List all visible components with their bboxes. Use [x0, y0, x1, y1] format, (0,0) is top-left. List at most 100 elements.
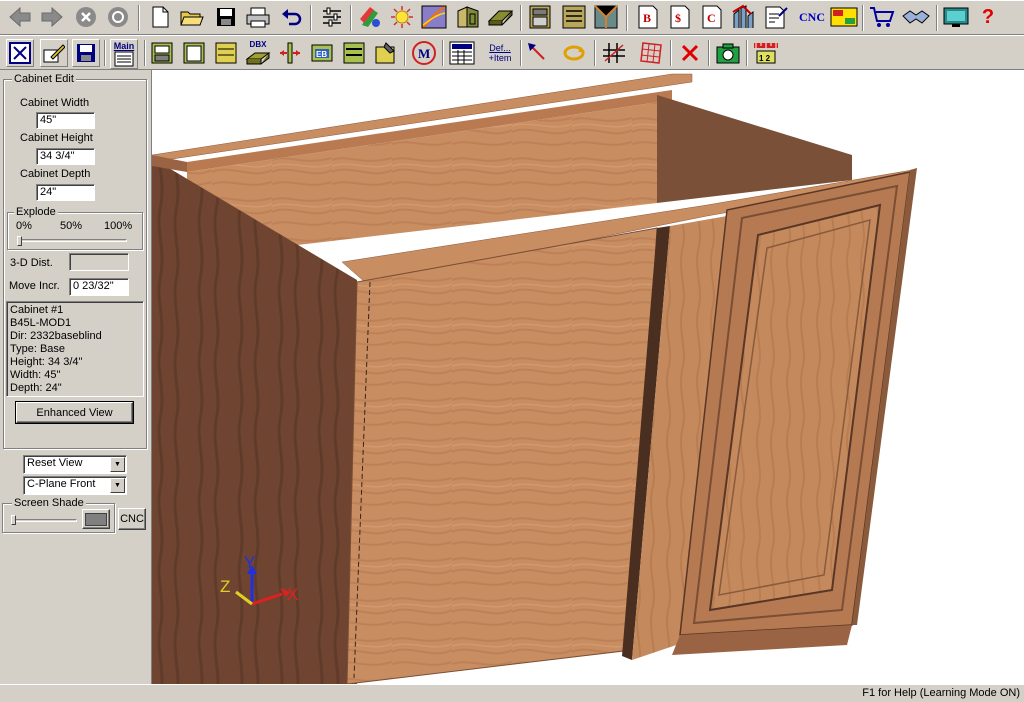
panel-button[interactable] — [486, 3, 514, 31]
explode-slider-thumb[interactable] — [17, 236, 22, 246]
cnc-side-button[interactable]: CNC — [118, 508, 146, 530]
shade-slider-thumb[interactable] — [11, 515, 16, 525]
settings-sliders-icon — [323, 7, 341, 27]
cabinet-width-field[interactable]: 45" — [36, 112, 95, 129]
grid-icon — [640, 42, 662, 64]
main-toolbar: B $ C CNC ? — [0, 0, 1024, 35]
tall-cabinet-button[interactable] — [212, 39, 240, 67]
edgeband-button[interactable]: EB — [308, 39, 336, 67]
save-icon — [217, 8, 235, 26]
dimension-button[interactable]: 1 2 — [752, 39, 780, 67]
stop-button[interactable] — [72, 3, 100, 31]
divider-icon — [280, 42, 300, 64]
monitor-button[interactable] — [942, 3, 970, 31]
cabinet-depth-label: Cabinet Depth — [20, 168, 91, 180]
axis-x-label: X — [287, 585, 298, 604]
cabinet-height-field[interactable]: 34 3/4" — [36, 148, 95, 165]
cabinet-list-button[interactable] — [560, 3, 588, 31]
undo-button[interactable] — [278, 3, 306, 31]
3d-viewport[interactable]: Y X Z — [151, 70, 1024, 684]
back-button[interactable] — [6, 3, 34, 31]
cplane-select-value: C-Plane Front — [27, 478, 96, 490]
hardware-button[interactable] — [372, 39, 400, 67]
dist-field[interactable] — [69, 253, 129, 271]
calculator-button[interactable] — [448, 39, 476, 67]
undo-icon — [282, 9, 302, 26]
cutlist-report-button[interactable]: C — [698, 3, 726, 31]
svg-text:C: C — [707, 11, 716, 25]
explode-tick-0: 0% — [16, 220, 32, 232]
close-edit-button[interactable] — [6, 39, 34, 67]
cost-report-icon: $ — [670, 5, 690, 29]
tall-cabinet-icon — [215, 42, 237, 64]
divider-button[interactable] — [276, 39, 304, 67]
select-arrow-button[interactable] — [524, 39, 552, 67]
delete-button[interactable] — [676, 39, 704, 67]
camera-button[interactable] — [714, 39, 742, 67]
new-button[interactable] — [146, 3, 174, 31]
monitor-icon — [943, 7, 969, 27]
base-cabinet-button[interactable] — [148, 39, 176, 67]
cabinet-button[interactable] — [526, 3, 554, 31]
shade-slider-track[interactable] — [11, 519, 77, 522]
chevron-down-icon[interactable]: ▼ — [110, 457, 125, 472]
forward-button[interactable] — [38, 3, 66, 31]
shade-color-button[interactable] — [82, 509, 110, 529]
shopping-cart-button[interactable] — [868, 3, 896, 31]
cost-report-button[interactable]: $ — [666, 3, 694, 31]
export-button[interactable] — [762, 3, 790, 31]
grid-button[interactable] — [638, 39, 666, 67]
define-item-button[interactable]: Def... +Item — [484, 39, 516, 67]
material-swatch-icon — [360, 7, 380, 27]
grid-lines-button[interactable] — [600, 39, 628, 67]
drawer-box-icon — [245, 52, 271, 65]
cnc-toolbar-button[interactable]: CNC — [796, 3, 828, 31]
open-button[interactable] — [178, 3, 206, 31]
cplane-select[interactable]: C-Plane Front ▼ — [23, 476, 127, 495]
rotate-button[interactable] — [560, 39, 588, 67]
close-window-icon — [9, 42, 31, 64]
layout-button[interactable] — [830, 3, 858, 31]
enhanced-view-button[interactable]: Enhanced View — [15, 401, 134, 424]
handshake-icon — [902, 10, 930, 24]
shelf-button[interactable] — [340, 39, 368, 67]
refresh-icon — [108, 7, 128, 27]
print-button[interactable] — [244, 3, 272, 31]
help-button[interactable]: ? — [974, 3, 1002, 31]
main-view-button[interactable]: Main — [110, 39, 138, 69]
cabinet-depth-field[interactable]: 24" — [36, 184, 95, 201]
bid-report-button[interactable]: B — [634, 3, 662, 31]
panel-icon — [487, 10, 513, 26]
delete-x-icon — [681, 44, 699, 62]
wall-cabinet-icon — [183, 42, 205, 64]
cabinet-3d-render[interactable]: Y X Z — [152, 70, 1024, 684]
optimize-button[interactable] — [730, 3, 758, 31]
room-button[interactable] — [592, 3, 620, 31]
edit-toolbar: Main DBX EB M Def... +Item 1 2 — [0, 35, 1024, 70]
render-button[interactable] — [420, 3, 448, 31]
light-button[interactable] — [388, 3, 416, 31]
list-view-icon — [114, 51, 134, 67]
material-edit-button[interactable]: M — [410, 39, 438, 67]
shelf-icon — [343, 42, 365, 64]
handshake-button[interactable] — [902, 3, 930, 31]
view-select[interactable]: Reset View ▼ — [23, 455, 127, 474]
chevron-down-icon[interactable]: ▼ — [110, 478, 125, 493]
save-button[interactable] — [212, 3, 240, 31]
info-line: Dir: 2332baseblind — [10, 330, 102, 342]
new-file-icon — [152, 6, 169, 28]
move-incr-field[interactable]: 0 23/32" — [69, 278, 129, 296]
edit-button[interactable] — [40, 39, 68, 67]
svg-text:$: $ — [675, 11, 681, 25]
hardware-icon — [375, 42, 395, 64]
explode-slider-track[interactable] — [17, 239, 127, 242]
save-edit-button[interactable] — [72, 39, 100, 67]
wall-cabinet-button[interactable] — [180, 39, 208, 67]
pencil-edit-icon — [43, 44, 65, 63]
dbx-button[interactable]: DBX — [244, 39, 272, 67]
settings-button[interactable] — [318, 3, 346, 31]
material-button[interactable] — [356, 3, 384, 31]
main-label: Main — [113, 41, 135, 51]
door-style-button[interactable] — [454, 3, 482, 31]
refresh-button[interactable] — [104, 3, 132, 31]
